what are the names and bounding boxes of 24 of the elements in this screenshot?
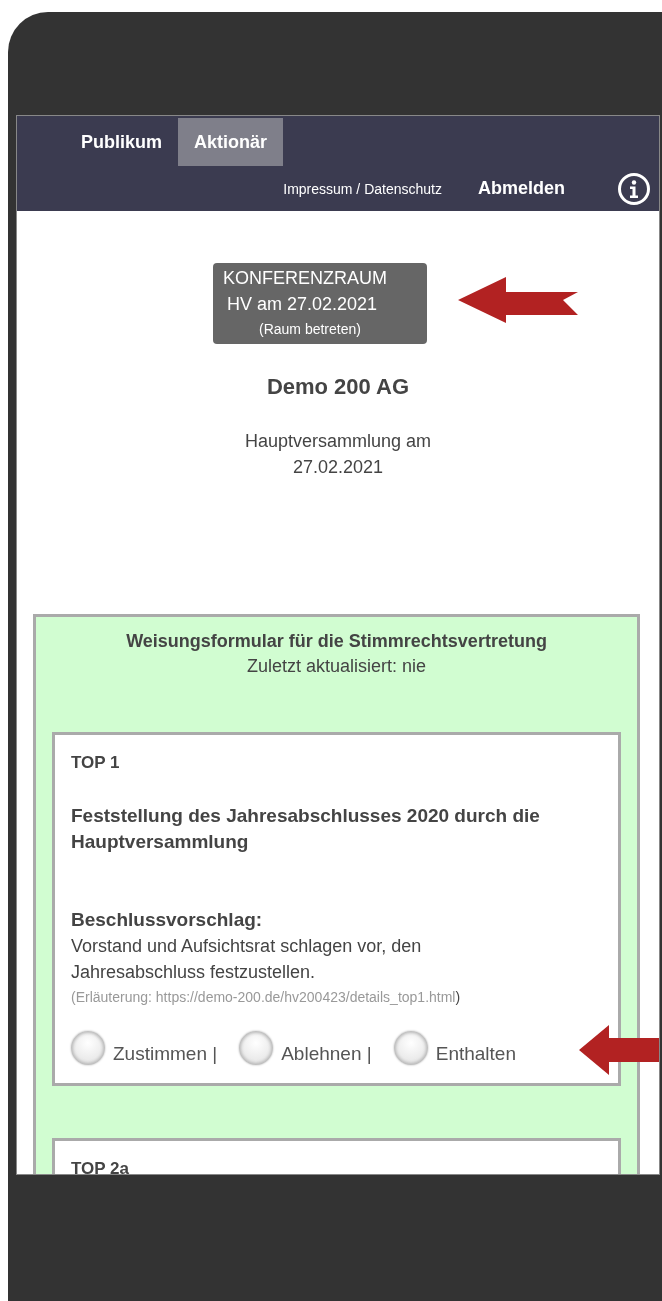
logout-link[interactable]: Abmelden	[478, 178, 565, 199]
last-updated: Zuletzt aktualisiert: nie	[245, 656, 428, 677]
proposal-label: Beschlussvorschlag:	[71, 909, 264, 931]
agenda-number: TOP 2a	[71, 1159, 130, 1174]
option-label: Zustimmen |	[113, 1043, 218, 1065]
nav-tab[interactable]: Aktionär	[178, 118, 284, 166]
info-icon[interactable]	[617, 171, 651, 206]
form-title: Weisungsformular für die Stimmrechtsvertretung	[125, 631, 548, 652]
imprint-link[interactable]: Impressum / Datenschutz	[283, 180, 442, 197]
radio-button[interactable]	[393, 1031, 428, 1065]
proposal-text: Vorstand und Aufsichtsrat schlagen vor, den Jahresabschluss festzustellen.	[71, 935, 423, 984]
option-label: Enthalten	[435, 1043, 516, 1065]
agenda-number: TOP 1	[71, 753, 121, 773]
agenda-title: Feststellung des Jahresabschlusses 2020 durch die Hauptversammlung	[71, 804, 541, 854]
company-name: Demo 200 AG	[265, 374, 411, 400]
conference-room-button[interactable]: KONFERENZRAUM HV am 27.02.2021 (Raum betreten)	[213, 263, 427, 344]
option-label: Ablehnen |	[281, 1043, 372, 1065]
radio-button[interactable]	[71, 1031, 105, 1065]
meeting-date: Hauptversammlung am 27.02.2021	[243, 430, 433, 479]
arrow-icon	[579, 1025, 659, 1075]
arrow-icon	[458, 277, 578, 323]
explanation-text: (Erläuterung: https://demo-200.de/hv200423/details_top1.html)	[71, 989, 462, 1005]
nav-tab[interactable]: Publikum	[65, 118, 178, 166]
radio-button[interactable]	[239, 1031, 274, 1065]
